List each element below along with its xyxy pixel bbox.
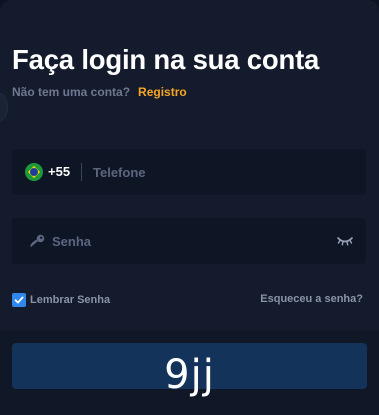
- register-prompt: Não tem uma conta? Registro: [12, 85, 187, 99]
- remember-password[interactable]: Lembrar Senha: [12, 293, 110, 307]
- phone-input[interactable]: [93, 149, 353, 195]
- page-title: Faça login na sua conta: [12, 44, 320, 75]
- login-panel: Faça login na sua conta Não tem uma cont…: [0, 0, 379, 415]
- password-field: [12, 218, 366, 264]
- checkmark-icon: [14, 296, 24, 304]
- no-account-text: Não tem uma conta?: [12, 85, 131, 99]
- key-icon: [30, 234, 45, 247]
- eye-closed-icon[interactable]: [337, 235, 353, 247]
- watermark-text: 9jj: [164, 352, 215, 398]
- remember-label: Lembrar Senha: [30, 294, 111, 306]
- remember-checkbox[interactable]: [12, 293, 26, 307]
- forgot-password-link[interactable]: Esqueceu a senha?: [260, 293, 363, 305]
- register-link[interactable]: Registro: [138, 85, 187, 99]
- country-code[interactable]: +55: [48, 164, 70, 179]
- field-divider: [81, 163, 82, 181]
- side-tab-handle[interactable]: [0, 92, 8, 122]
- phone-field: +55: [12, 149, 366, 195]
- brazil-flag-icon[interactable]: [25, 163, 43, 181]
- password-input[interactable]: [52, 218, 322, 264]
